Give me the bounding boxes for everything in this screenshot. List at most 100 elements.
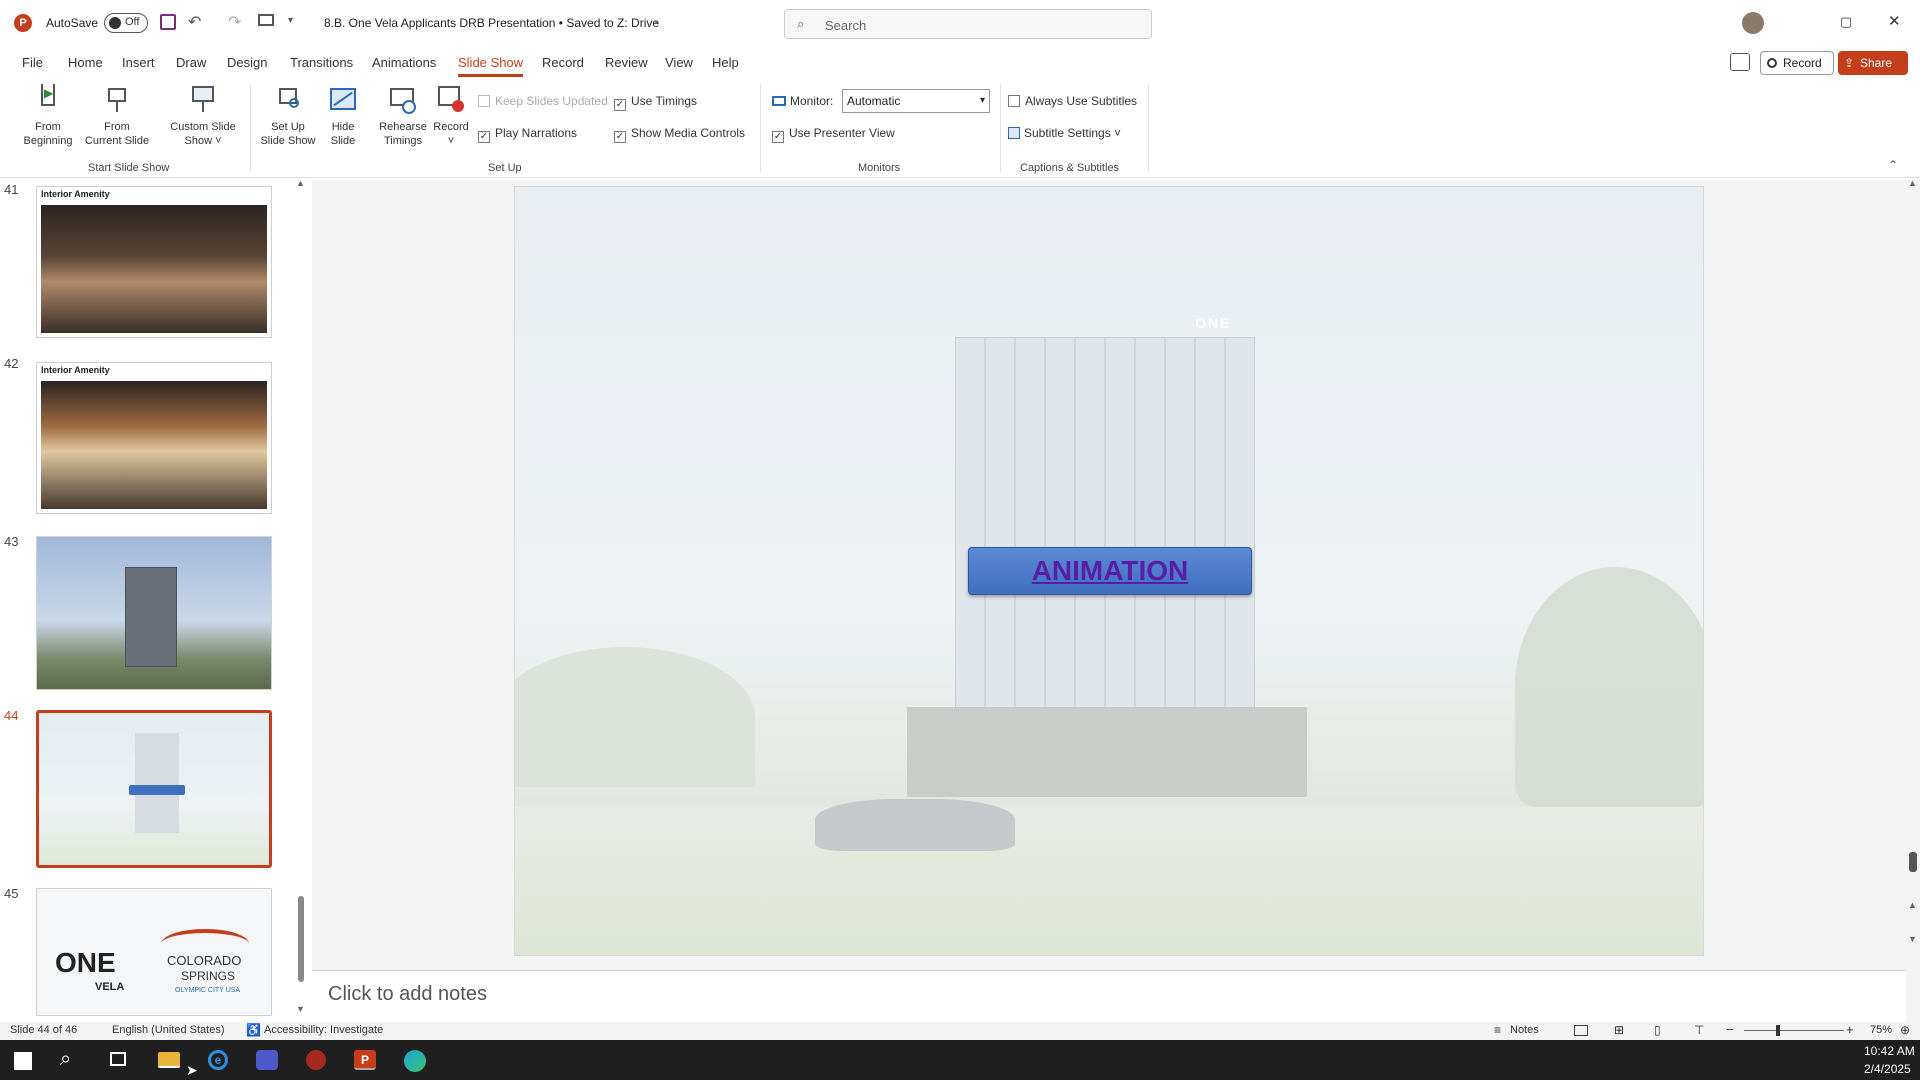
slide-thumbnail-44[interactable] [36,710,272,868]
next-slide-icon[interactable]: ▼ [1908,934,1917,944]
quick-access-dropdown-icon[interactable]: ▾ [288,15,293,26]
use-presenter-view-box: ✓ [772,131,784,143]
user-avatar[interactable] [1742,12,1764,34]
show-media-controls-checkbox[interactable]: ✓ Show Media Controls [614,126,745,143]
teams-icon[interactable] [256,1050,278,1070]
set-up-label-1: Set Up [271,121,305,133]
scroll-down-icon[interactable]: ▼ [296,1004,305,1014]
red-app-icon[interactable] [306,1050,326,1070]
menu-draw[interactable]: Draw [176,55,206,70]
menu-animations[interactable]: Animations [372,55,436,70]
close-window-icon[interactable]: ✕ [1888,12,1901,30]
menu-design[interactable]: Design [227,55,267,70]
search-icon: ⌕ [797,16,805,31]
title-chevron-down-icon[interactable]: ⌄ [652,15,660,26]
main-scrollbar-thumb[interactable] [1909,852,1917,872]
main-scroll-up-icon[interactable]: ▲ [1908,178,1917,188]
thumbnail-number: 45 [4,886,19,901]
ribbon: ▶ From Beginning From Current Slide Cust… [0,78,1920,178]
main-vertical-scrollbar[interactable]: ▲ ▲ ▼ [1906,178,1920,960]
taskbar-date[interactable]: 2/4/2025 [1864,1062,1911,1076]
record-dropdown-button[interactable]: Record ˅ [430,84,472,148]
reading-view-icon[interactable]: ▯ [1654,1023,1661,1037]
animation-hyperlink-button[interactable]: ANIMATION [968,547,1252,595]
custom-slide-show-button[interactable]: Custom Slide Show ˅ [164,84,242,148]
play-narrations-checkbox[interactable]: ✓ Play Narrations [478,126,577,143]
notes-toggle-label[interactable]: Notes [1510,1024,1539,1036]
show-media-controls-box: ✓ [614,131,626,143]
use-presenter-view-checkbox[interactable]: ✓ Use Presenter View [772,126,895,143]
edge-icon[interactable] [404,1050,426,1072]
always-use-subtitles-checkbox[interactable]: Always Use Subtitles [1008,94,1137,108]
menu-review[interactable]: Review [605,55,648,70]
zoom-out-icon[interactable]: − [1726,1022,1734,1037]
menu-file[interactable]: File [22,55,43,70]
subtitle-settings-button[interactable]: Subtitle Settings ˅ [1008,126,1121,140]
menu-record[interactable]: Record [542,55,584,70]
autosave-label: AutoSave [46,16,99,30]
notes-toggle-icon[interactable]: ≡ [1494,1023,1501,1037]
springs-logo-text: SPRINGS [181,969,236,983]
save-icon[interactable] [160,14,176,30]
collapse-ribbon-icon[interactable]: ⌃ [1888,158,1898,172]
ribbon-separator [250,84,251,172]
use-timings-checkbox[interactable]: ✓ Use Timings [614,94,697,111]
previous-slide-icon[interactable]: ▲ [1908,900,1917,910]
menu-slide-show[interactable]: Slide Show [458,55,524,77]
zoom-slider-thumb[interactable] [1776,1025,1780,1036]
hide-slide-button[interactable]: Hide Slide [322,84,364,148]
restore-window-icon[interactable]: ▢ [1840,14,1852,30]
menu-view[interactable]: View [665,55,693,70]
slide-sorter-icon[interactable]: ⊞ [1614,1023,1624,1037]
language-indicator[interactable]: English (United States) [112,1024,225,1036]
record-button[interactable]: Record [1760,51,1834,75]
notes-pane[interactable]: Click to add notes [312,970,1906,1022]
from-current-slide-button[interactable]: From Current Slide [82,84,152,148]
normal-view-icon[interactable] [1574,1025,1588,1036]
accessibility-status[interactable]: Accessibility: Investigate [264,1024,383,1036]
taskbar-search-icon[interactable]: ⌕ [60,1048,71,1071]
rehearse-timings-button[interactable]: Rehearse Timings [374,84,432,148]
slide-thumbnail-45[interactable]: ONE VELA COLORADO SPRINGS OLYMPIC CITY U… [36,888,272,1016]
thumbnail-scrollbar[interactable]: ▲ ▼ [296,178,306,1022]
set-up-slide-show-button[interactable]: Set Up Slide Show [256,84,320,148]
slide-show-view-icon[interactable]: ⊤ [1694,1023,1704,1037]
animation-mini-button [129,785,185,795]
slide-thumbnail-43[interactable] [36,536,272,690]
comments-icon[interactable] [1730,53,1750,71]
internet-explorer-icon[interactable]: e [208,1050,228,1070]
share-button[interactable]: ⇪ Share [1838,51,1908,75]
menu-home[interactable]: Home [68,55,103,70]
undo-icon[interactable]: ↶ [188,12,201,32]
scrollbar-thumb[interactable] [298,896,304,982]
group-label-set-up: Set Up [488,162,522,174]
file-explorer-icon[interactable] [158,1052,180,1068]
slide-thumbnail-42[interactable]: Interior Amenity [36,362,272,514]
present-icon[interactable] [258,14,274,26]
menu-transitions[interactable]: Transitions [290,55,353,70]
rehearse-timings-icon [388,84,418,116]
powerpoint-taskbar-icon[interactable]: P [354,1050,376,1070]
menu-help[interactable]: Help [712,55,739,70]
scroll-up-icon[interactable]: ▲ [296,178,305,188]
set-up-label-2: Slide Show [260,135,316,147]
fit-slide-icon[interactable]: ⊕ [1900,1023,1910,1037]
keep-slides-updated-checkbox[interactable]: Keep Slides Updated [478,94,608,108]
document-title[interactable]: 8.B. One Vela Applicants DRB Presentatio… [324,16,659,30]
from-beginning-button[interactable]: ▶ From Beginning [18,84,78,148]
redo-icon[interactable]: ↷ [228,12,241,32]
autosave-toggle[interactable]: Off [104,13,148,33]
car-silhouette [815,799,1015,851]
menu-insert[interactable]: Insert [122,55,155,70]
monitor-select[interactable]: Automatic ▾ [842,89,990,113]
zoom-slider[interactable] [1744,1025,1844,1036]
vela-logo-text: VELA [95,981,125,993]
zoom-in-icon[interactable]: + [1846,1022,1854,1037]
zoom-level[interactable]: 75% [1870,1024,1892,1036]
slide-thumbnail-41[interactable]: Interior Amenity [36,186,272,338]
windows-start-icon[interactable] [14,1052,32,1070]
slide-canvas[interactable]: ONE ANIMATION [514,186,1704,956]
search-box[interactable]: ⌕ Search [784,9,1152,39]
task-view-icon[interactable] [110,1052,126,1066]
taskbar-time[interactable]: 10:42 AM [1864,1044,1915,1058]
